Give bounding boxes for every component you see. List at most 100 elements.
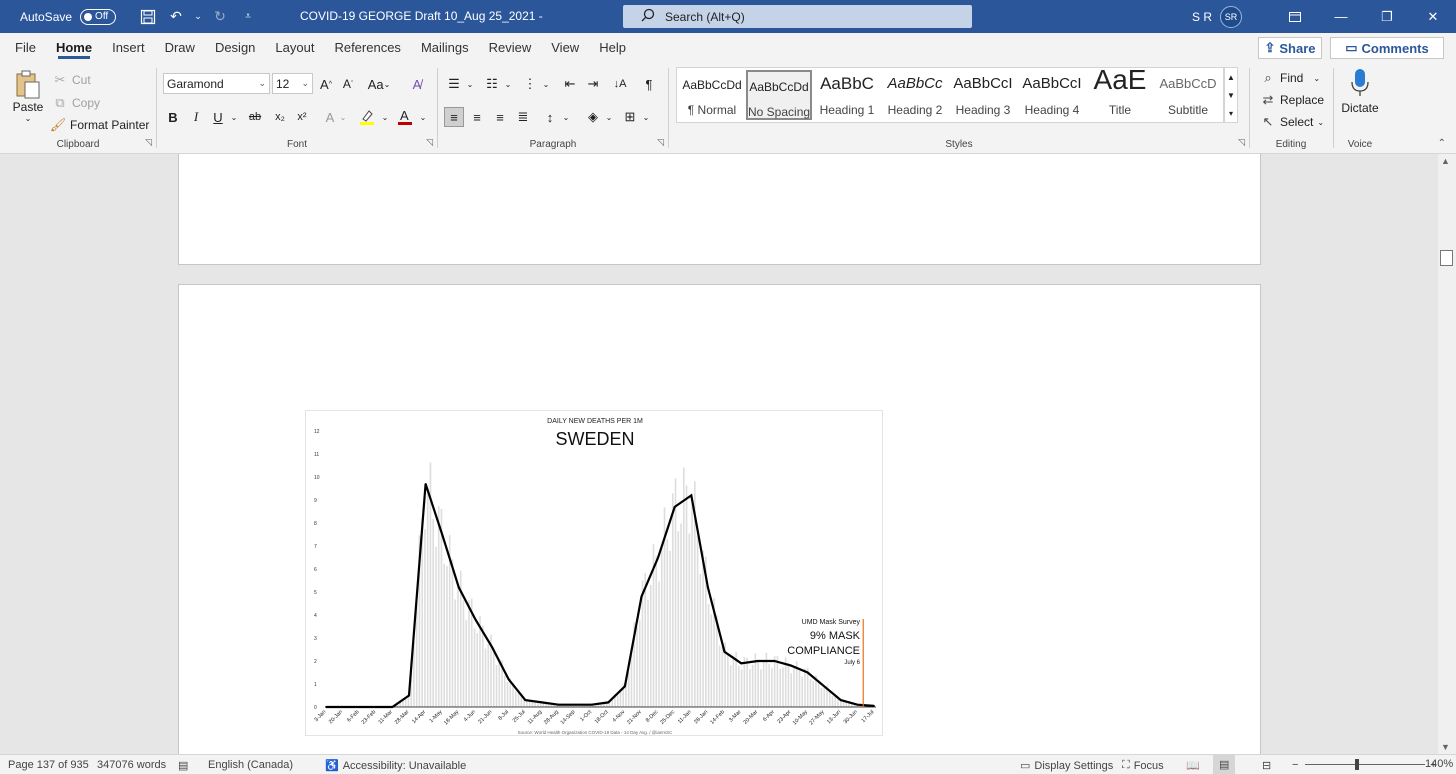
chevron-down-icon[interactable]: ⌄ bbox=[224, 107, 244, 127]
style-subtitle[interactable]: AaBbCcD Subtitle bbox=[1155, 70, 1221, 120]
strikethrough-button[interactable]: ab bbox=[245, 107, 265, 127]
tab-design[interactable]: Design bbox=[205, 33, 265, 62]
word-count[interactable]: 347076 words bbox=[97, 759, 166, 771]
bold-button[interactable]: B bbox=[163, 107, 183, 127]
tab-layout[interactable]: Layout bbox=[265, 33, 324, 62]
web-layout-icon[interactable]: ⊟ bbox=[1262, 759, 1271, 772]
tab-draw[interactable]: Draw bbox=[155, 33, 205, 62]
clear-formatting-icon[interactable]: A̸ bbox=[407, 74, 427, 94]
chevron-down-icon[interactable]: ⌄ bbox=[333, 107, 353, 127]
font-name-dropdown[interactable]: Garamond ⌄ bbox=[163, 73, 270, 94]
undo-icon[interactable]: ↶ bbox=[166, 7, 186, 27]
zoom-level[interactable]: 140% bbox=[1425, 758, 1453, 770]
chevron-up-icon[interactable]: ▲ bbox=[1227, 73, 1235, 82]
font-color-icon[interactable]: A bbox=[395, 107, 415, 127]
tab-references[interactable]: References bbox=[324, 33, 410, 62]
font-size-dropdown[interactable]: 12 ⌄ bbox=[272, 73, 313, 94]
style-heading-2[interactable]: AaBbCc Heading 2 bbox=[882, 70, 948, 120]
chevron-down-icon[interactable]: ⌄ bbox=[413, 107, 433, 127]
page-count[interactable]: Page 137 of 935 bbox=[8, 759, 89, 771]
dialog-launcher-icon[interactable]: ◹ bbox=[1238, 137, 1245, 148]
dialog-launcher-icon[interactable]: ◹ bbox=[657, 137, 664, 148]
document-page[interactable] bbox=[178, 154, 1261, 265]
increase-indent-icon[interactable]: ⇥ bbox=[583, 74, 603, 94]
collapse-ribbon-icon[interactable]: ⌃ bbox=[1438, 138, 1446, 149]
tab-insert[interactable]: Insert bbox=[102, 33, 155, 62]
find-button[interactable]: ⌕ Find ⌄ bbox=[1260, 70, 1320, 86]
tab-review[interactable]: Review bbox=[479, 33, 542, 62]
decrease-indent-icon[interactable]: ⇤ bbox=[560, 74, 580, 94]
redo-icon[interactable]: ↻ bbox=[210, 7, 230, 27]
style-heading-4[interactable]: AaBbCcI Heading 4 bbox=[1019, 70, 1085, 120]
justify-icon[interactable]: ≣ bbox=[513, 107, 533, 127]
style-title[interactable]: AaE Title bbox=[1087, 64, 1153, 120]
print-layout-icon[interactable]: ▤ bbox=[1213, 755, 1236, 774]
zoom-out-icon[interactable]: − bbox=[1292, 759, 1298, 771]
cut-button[interactable]: ✂ Cut bbox=[52, 72, 91, 88]
chevron-down-icon[interactable]: ▼ bbox=[1227, 91, 1235, 100]
undo-dropdown-icon[interactable]: ⌄ bbox=[194, 7, 202, 27]
chevron-down-icon[interactable]: ⌄ bbox=[375, 107, 395, 127]
dialog-launcher-icon[interactable]: ◹ bbox=[145, 137, 152, 148]
change-case-button[interactable]: Aa ⌄ bbox=[365, 74, 393, 94]
paste-button[interactable]: Paste ⌄ bbox=[10, 68, 46, 130]
comments-button[interactable]: ▭ Comments bbox=[1330, 37, 1444, 59]
style-heading-1[interactable]: AaBbC Heading 1 bbox=[814, 70, 880, 120]
scroll-up-icon[interactable]: ▲ bbox=[1441, 156, 1450, 166]
highlight-icon[interactable] bbox=[357, 107, 377, 127]
autosave-toggle[interactable]: Off bbox=[80, 8, 117, 25]
dialog-launcher-icon[interactable]: ◹ bbox=[426, 137, 433, 148]
search-box[interactable]: Search (Alt+Q) bbox=[623, 5, 972, 28]
scrollbar-thumb[interactable] bbox=[1440, 250, 1453, 266]
tab-help[interactable]: Help bbox=[589, 33, 636, 62]
zoom-slider-thumb[interactable] bbox=[1355, 759, 1359, 770]
subscript-button[interactable]: x₂ bbox=[270, 107, 290, 127]
tab-home[interactable]: Home bbox=[46, 33, 102, 62]
customize-toolbar-icon[interactable]: ⩡ bbox=[238, 7, 258, 27]
save-icon[interactable] bbox=[138, 7, 158, 27]
tab-file[interactable]: File bbox=[0, 33, 46, 62]
styles-scrollbar[interactable]: ▲ ▼ ▾ bbox=[1224, 67, 1238, 123]
display-settings-button[interactable]: ▭ Display Settings bbox=[1020, 759, 1113, 773]
scroll-down-icon[interactable]: ▼ bbox=[1441, 742, 1450, 752]
accessibility-status[interactable]: ♿ Accessibility: Unavailable bbox=[325, 759, 466, 773]
zoom-slider[interactable] bbox=[1305, 764, 1425, 765]
more-styles-icon[interactable]: ▾ bbox=[1229, 109, 1233, 118]
style-heading-3[interactable]: AaBbCcI Heading 3 bbox=[950, 70, 1016, 120]
vertical-scrollbar[interactable]: ▲ ▼ bbox=[1438, 154, 1456, 754]
grow-font-icon[interactable]: A ^ bbox=[316, 74, 336, 94]
format-painter-button[interactable]: 🖌 Format Painter bbox=[50, 117, 150, 133]
shrink-font-icon[interactable]: Aˇ bbox=[338, 74, 358, 94]
embedded-chart[interactable]: 0 1 2 3 4 5 6 7 8 9 10 11 12 3-Jan 20-Jan 6-Feb 23-Feb 1… bbox=[305, 410, 883, 736]
copy-button[interactable]: ⧉ Copy bbox=[52, 95, 100, 111]
language[interactable]: English (Canada) bbox=[208, 759, 293, 771]
ribbon-display-icon[interactable] bbox=[1272, 0, 1318, 33]
document-title[interactable]: COVID-19 GEORGE Draft 10_Aug 25_2021 - bbox=[300, 9, 543, 23]
chevron-down-icon[interactable]: ⌄ bbox=[556, 107, 576, 127]
avatar[interactable]: SR bbox=[1220, 5, 1242, 28]
show-formatting-icon[interactable]: ¶ bbox=[639, 74, 659, 94]
select-button[interactable]: ↖ Select ⌄ bbox=[1260, 114, 1325, 130]
align-center-icon[interactable]: ≡ bbox=[467, 107, 487, 127]
replace-button[interactable]: ⇄ Replace bbox=[1260, 92, 1324, 108]
share-button[interactable]: ⇪ Share bbox=[1258, 37, 1322, 59]
style-normal[interactable]: AaBbCcDd ¶ Normal bbox=[679, 70, 745, 120]
sort-icon[interactable]: ↓A bbox=[610, 74, 630, 94]
chevron-down-icon[interactable]: ⌄ bbox=[636, 107, 656, 127]
tab-mailings[interactable]: Mailings bbox=[411, 33, 479, 62]
tab-view[interactable]: View bbox=[541, 33, 589, 62]
focus-button[interactable]: ⛶ Focus bbox=[1122, 759, 1164, 772]
restore-icon[interactable]: ❐ bbox=[1364, 0, 1410, 33]
proofing-icon[interactable]: ▤ bbox=[178, 759, 188, 772]
superscript-button[interactable]: x² bbox=[292, 107, 312, 127]
chevron-down-icon[interactable]: ⌄ bbox=[599, 107, 619, 127]
align-left-icon[interactable]: ≡ bbox=[444, 107, 464, 127]
chevron-down-icon[interactable]: ⌄ bbox=[536, 74, 556, 94]
user-name[interactable]: S R bbox=[1192, 10, 1212, 24]
close-icon[interactable]: ✕ bbox=[1410, 0, 1456, 33]
align-right-icon[interactable]: ≡ bbox=[490, 107, 510, 127]
minimize-icon[interactable]: — bbox=[1318, 0, 1364, 33]
style-no-spacing[interactable]: AaBbCcDd No Spacing bbox=[746, 70, 812, 120]
dictate-button[interactable]: Dictate bbox=[1338, 68, 1382, 115]
italic-button[interactable]: I bbox=[186, 107, 206, 127]
